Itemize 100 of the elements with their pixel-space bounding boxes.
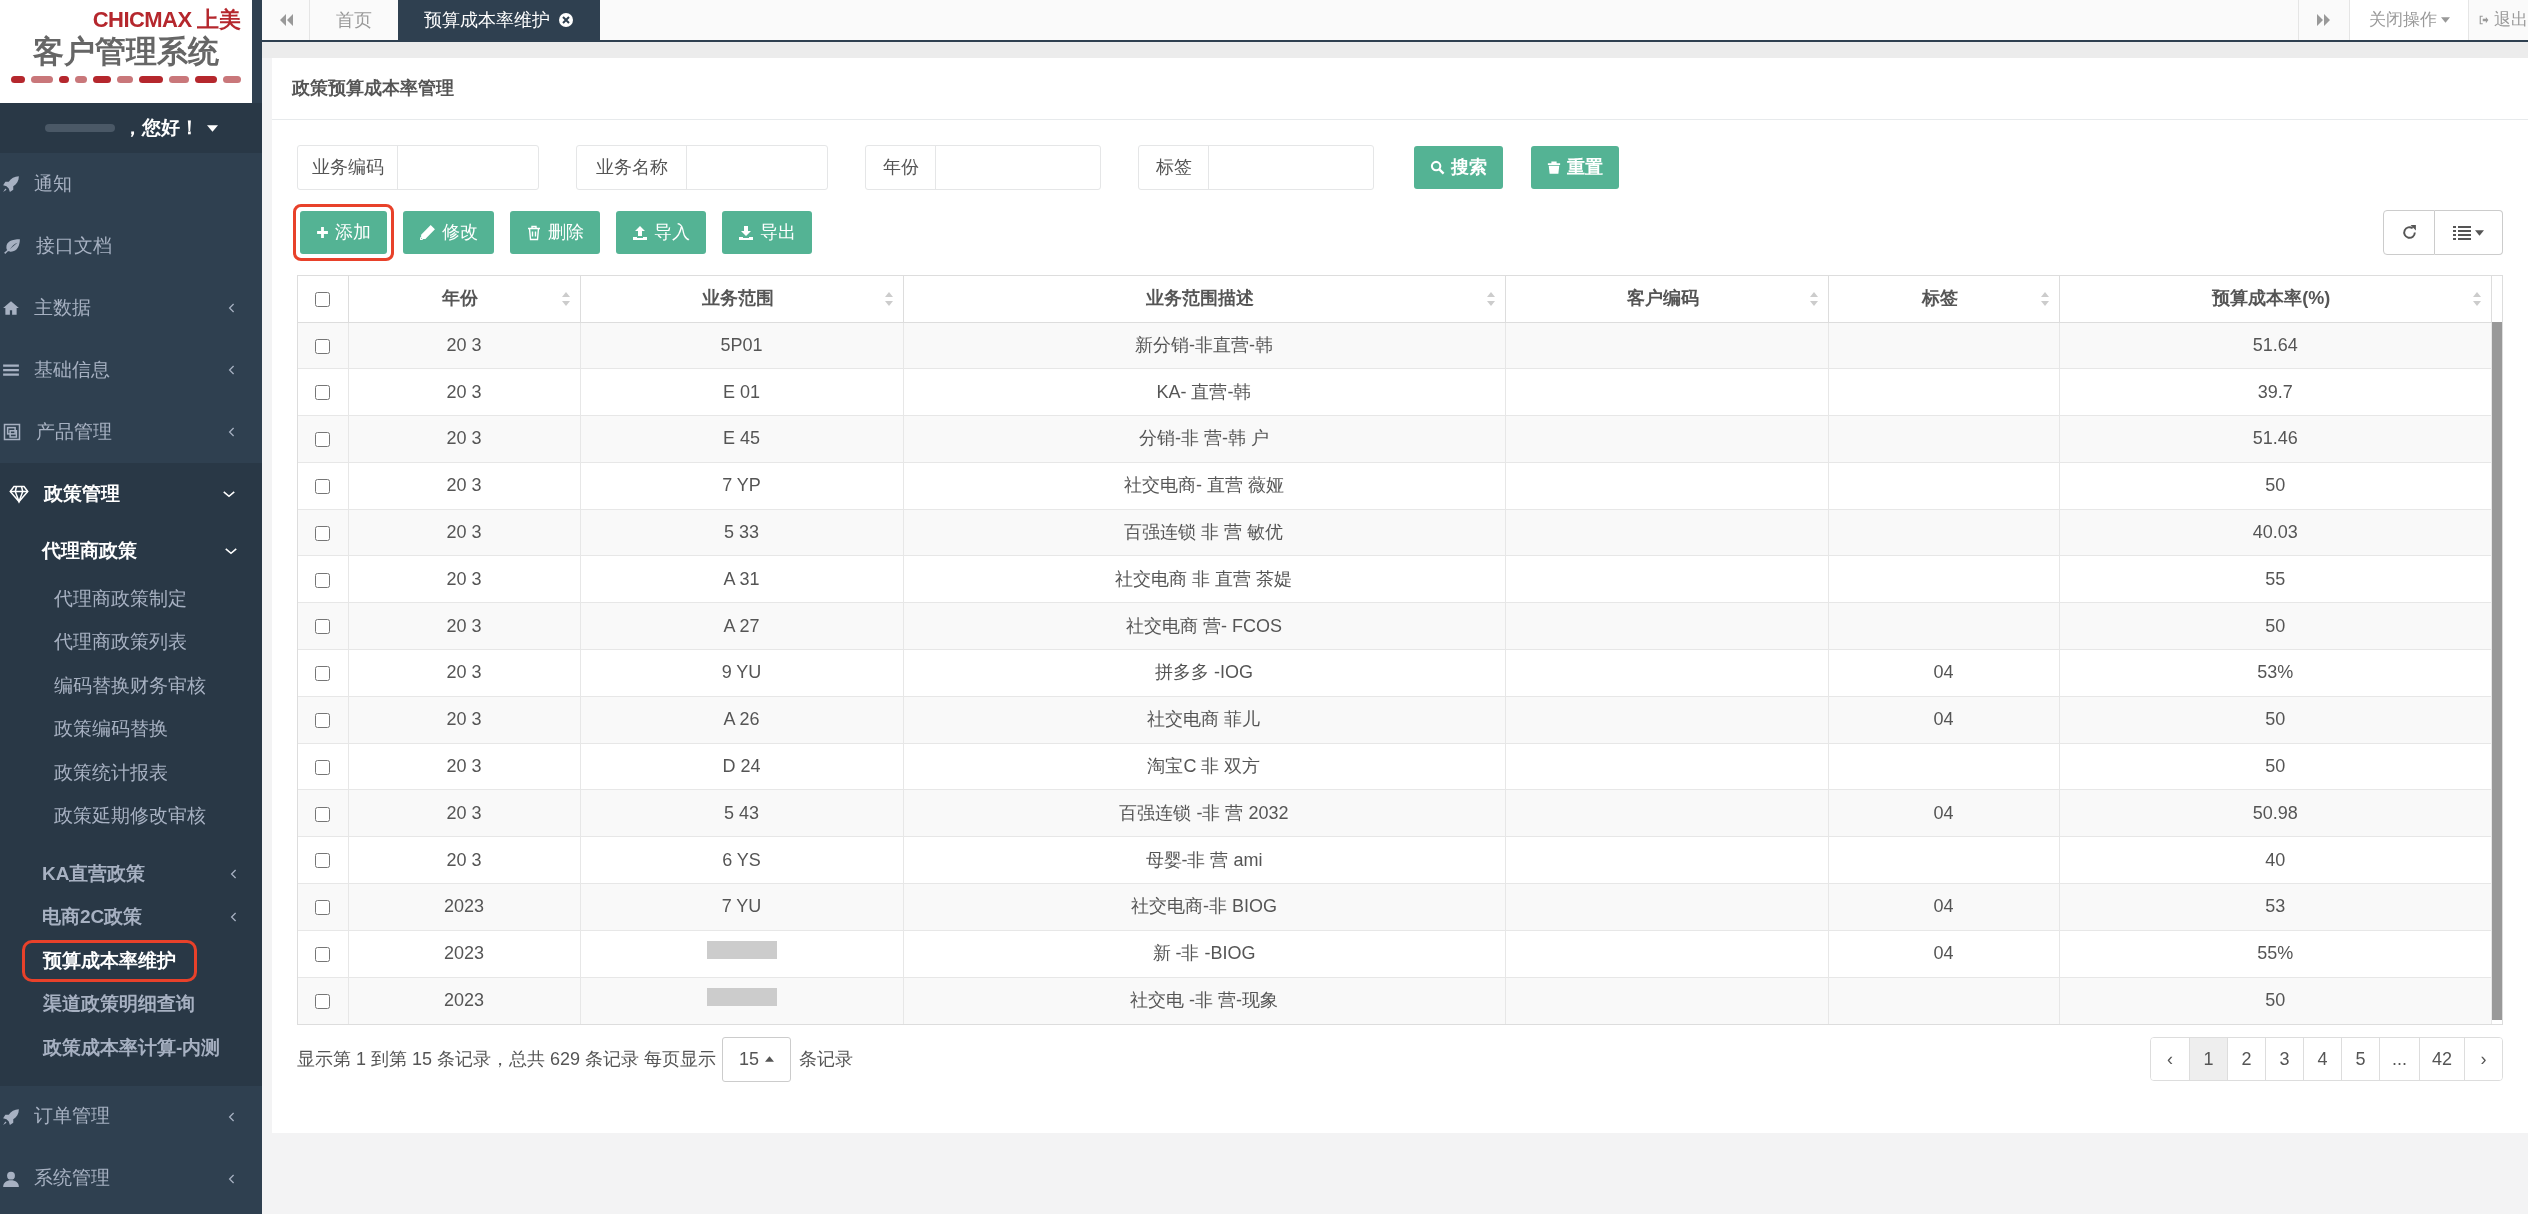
row-checkbox[interactable]	[315, 900, 331, 916]
row-checkbox[interactable]	[315, 947, 331, 962]
table-cell: 20 3	[348, 696, 580, 744]
nav-item[interactable]: 接口文档	[0, 215, 262, 277]
page-size-dropdown[interactable]: 15	[722, 1036, 792, 1082]
download-icon	[738, 224, 754, 241]
list-icon	[2, 361, 20, 379]
nav-item[interactable]: 基础信息	[0, 339, 262, 401]
nav-item[interactable]: 政策管理	[0, 463, 262, 525]
row-checkbox[interactable]	[315, 853, 331, 869]
nav-item[interactable]: 电商2C政策	[0, 895, 262, 939]
column-header[interactable]: 标签	[1838, 285, 2041, 313]
nav-item[interactable]: 系统管理	[0, 1147, 262, 1210]
table-cell: 20 3	[348, 556, 580, 603]
column-header[interactable]: 预算成本率(%)	[2069, 285, 2473, 313]
redacted-name	[44, 124, 115, 132]
nav-item[interactable]: 代理商政策	[0, 525, 262, 577]
table-cell: 百强连锁 非 营 敏优	[903, 509, 1505, 556]
table-cell: 2023	[348, 883, 580, 931]
close-actions-dropdown[interactable]: 关闭操作	[2350, 0, 2468, 40]
table-cell: 53%	[2059, 649, 2492, 697]
nav-item[interactable]: KA直营政策	[0, 852, 262, 896]
row-checkbox[interactable]	[315, 806, 331, 822]
nav-subitem[interactable]: 编码替换财务审核	[54, 671, 206, 700]
nav-item[interactable]: 主数据	[0, 277, 262, 339]
table-cell: 20 3	[348, 649, 580, 697]
table-cell: 5P01	[580, 322, 903, 369]
brand-logo: CHICMAX 上美	[92, 8, 242, 32]
nav-item[interactable]: 订单管理	[0, 1085, 262, 1148]
table-cell: 20 3	[348, 322, 580, 369]
table-cell: 04	[1828, 930, 2059, 978]
list-icon	[2453, 225, 2471, 240]
table-cell: 社交电商-非 BIOG	[903, 883, 1505, 931]
table-cell: 社交电商 菲儿	[903, 696, 1505, 744]
table-cell: A 31	[580, 556, 903, 603]
column-header[interactable]: 年份	[358, 285, 562, 313]
upload-icon	[632, 224, 648, 241]
table-cell: 04	[1828, 789, 2059, 837]
nav-subitem[interactable]: 政策统计报表	[54, 758, 168, 787]
table-cell: 20 3	[348, 789, 580, 837]
column-header[interactable]: 业务范围	[590, 285, 885, 313]
page-tab[interactable]: 预算成本率维护	[398, 0, 600, 40]
nav-subitem[interactable]: 政策成本率计算-内测	[22, 1026, 242, 1069]
page-button[interactable]: ›	[2464, 1038, 2502, 1081]
columns-menu-button[interactable]	[2435, 210, 2503, 255]
select-all-checkbox[interactable]	[315, 292, 331, 307]
redacted-block	[706, 988, 777, 1007]
nav-item[interactable]: 通知	[0, 153, 262, 215]
table-cell: 20 3	[348, 743, 580, 790]
table-cell: D 24	[580, 743, 903, 790]
row-checkbox[interactable]	[315, 759, 331, 775]
table-cell: 分销-非 营-韩 户	[903, 415, 1505, 463]
scrollbar-thumb[interactable]	[2492, 322, 2502, 1020]
table-cell: 拼多多 -IOG	[903, 649, 1505, 697]
row-checkbox[interactable]	[315, 525, 331, 541]
column-header[interactable]: 客户编码	[1515, 285, 1810, 313]
table-cell: A 27	[580, 602, 903, 650]
nav-subitem[interactable]: 代理商政策制定	[54, 584, 187, 613]
table-cell: 04	[1828, 883, 2059, 931]
table-cell: 40	[2059, 836, 2492, 884]
table-cell: 新分销-非直营-韩	[903, 322, 1505, 369]
diamond-icon	[8, 484, 30, 504]
nav-subitem[interactable]: 预算成本率维护	[22, 939, 197, 982]
user-icon	[2, 1169, 20, 1188]
table-cell: 50	[2059, 743, 2492, 790]
table-cell: 50	[2059, 602, 2492, 650]
column-header[interactable]: 业务范围描述	[913, 285, 1487, 313]
row-checkbox[interactable]	[315, 994, 331, 1010]
row-checkbox[interactable]	[315, 572, 331, 588]
sort-icon	[884, 291, 893, 306]
redacted-block	[706, 941, 777, 960]
table-cell: 20 3	[348, 509, 580, 556]
row-checkbox[interactable]	[315, 338, 331, 354]
trash-icon	[526, 224, 542, 241]
row-checkbox[interactable]	[315, 479, 331, 495]
table-cell: 6 YS	[580, 836, 903, 884]
table-cell: 社交电商 非 直营 茶媞	[903, 556, 1505, 603]
leaf-icon	[2, 237, 22, 255]
row-checkbox[interactable]	[315, 432, 331, 448]
table-cell: 7 YP	[580, 462, 903, 510]
nav-subitem[interactable]: 代理商政策列表	[54, 628, 187, 657]
row-checkbox[interactable]	[315, 666, 331, 682]
nav-subitem[interactable]: 渠道政策明细查询	[22, 983, 216, 1026]
chevron-left-icon	[228, 425, 236, 439]
table-cell: 百强连锁 -非 营 2032	[903, 789, 1505, 837]
row-checkbox[interactable]	[315, 385, 331, 401]
row-checkbox[interactable]	[315, 713, 331, 729]
row-checkbox[interactable]	[315, 619, 331, 635]
nav-subitem[interactable]: 政策编码替换	[54, 715, 168, 744]
close-icon	[558, 12, 574, 28]
table-cell: 53	[2059, 883, 2492, 931]
refresh-button[interactable]	[2383, 210, 2435, 255]
table-cell: 50.98	[2059, 789, 2492, 837]
frame-icon	[2, 422, 22, 442]
sort-icon	[1809, 291, 1818, 306]
table-cell: 社交电商 营- FCOS	[903, 602, 1505, 650]
nav-item[interactable]: 产品管理	[0, 401, 262, 463]
user-greeting[interactable]: ，您好！	[122, 113, 199, 143]
page-button[interactable]: 1	[2188, 1038, 2227, 1081]
nav-subitem[interactable]: 政策延期修改审核	[54, 802, 206, 831]
